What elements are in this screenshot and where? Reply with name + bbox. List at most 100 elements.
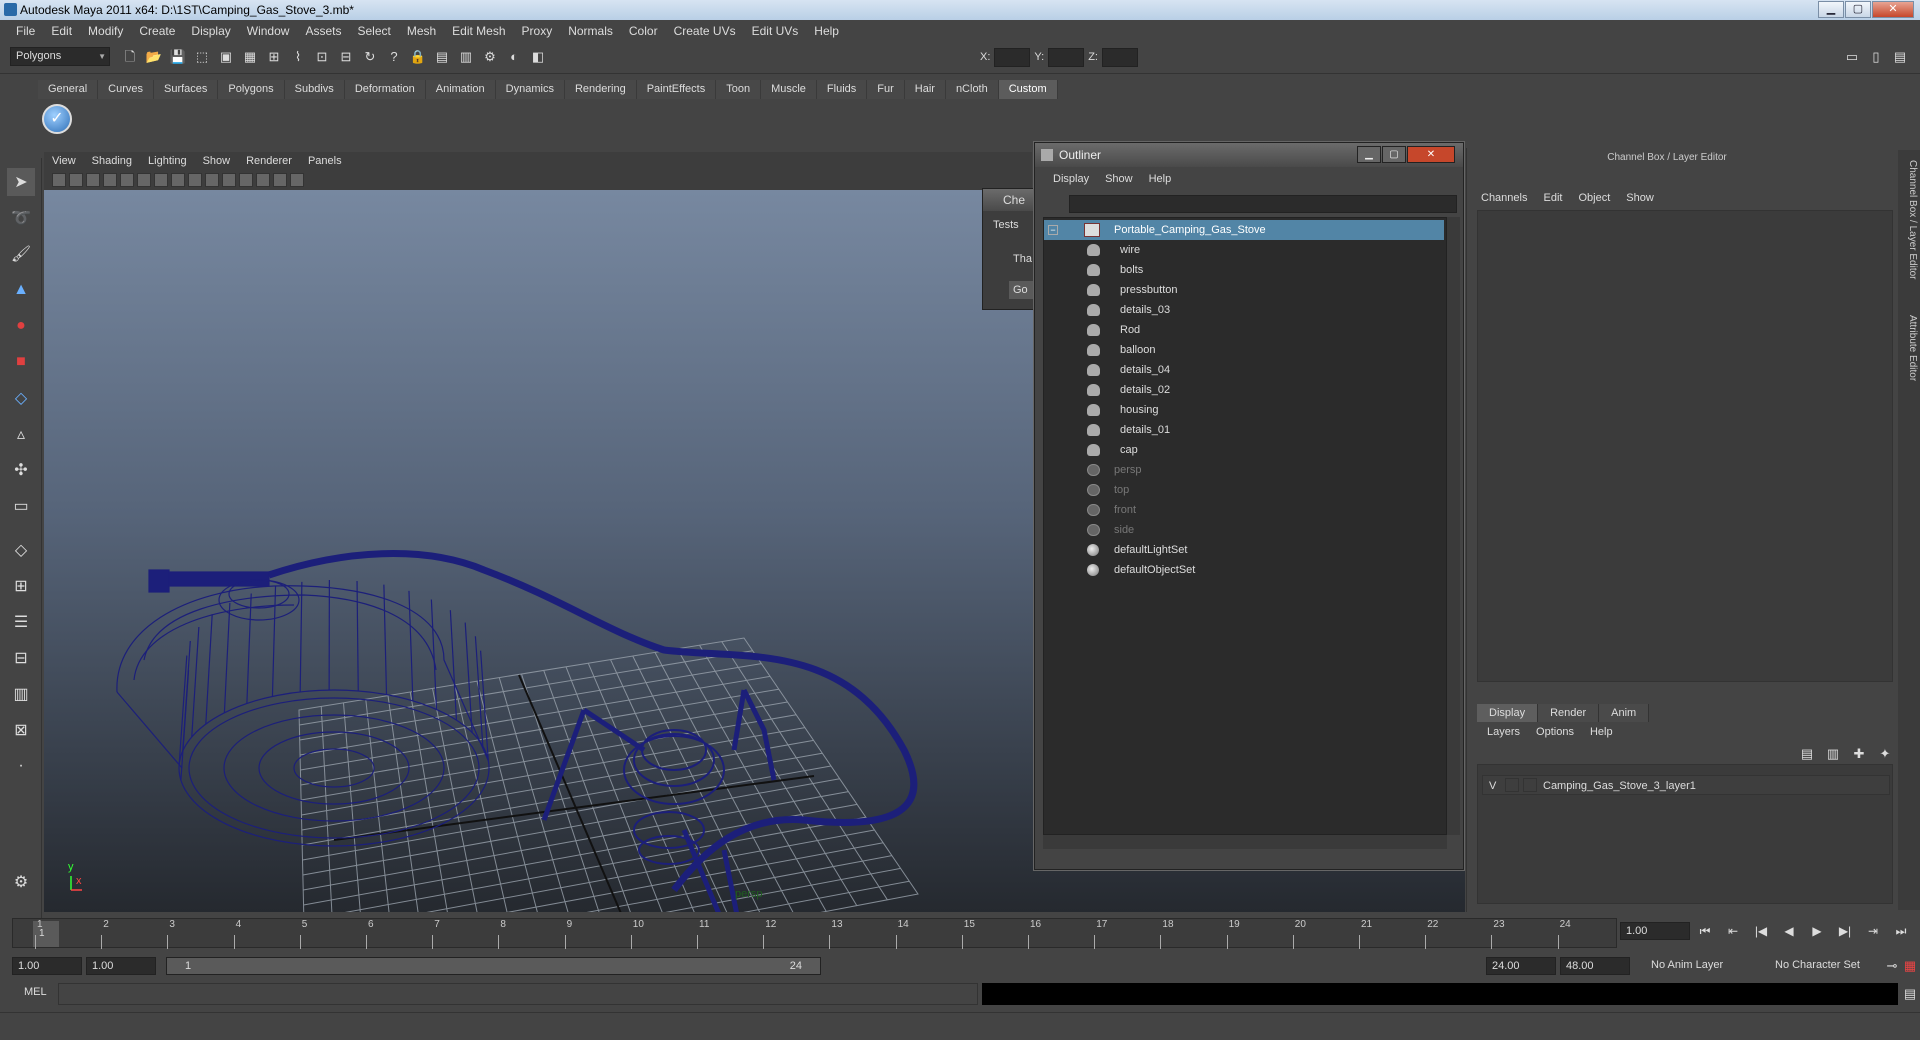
xray-icon[interactable] xyxy=(290,173,304,187)
side-tab-channel-box[interactable]: Channel Box / Layer Editor xyxy=(1900,160,1918,300)
bookmark-icon[interactable] xyxy=(86,173,100,187)
move-layer-up-icon[interactable]: ▤ xyxy=(1797,744,1817,764)
layer-menu-help[interactable]: Help xyxy=(1582,726,1621,738)
tree-item-root[interactable]: − Portable_Camping_Gas_Stove xyxy=(1044,220,1444,240)
shelf-tab-toon[interactable]: Toon xyxy=(716,80,762,99)
open-scene-icon[interactable]: 📂 xyxy=(144,47,164,67)
menu-proxy[interactable]: Proxy xyxy=(514,24,561,38)
outliner-menu-display[interactable]: Display xyxy=(1045,173,1097,185)
show-hide-icon[interactable]: ◧ xyxy=(528,47,548,67)
outliner-layout-icon[interactable]: ☰ xyxy=(7,608,35,636)
render-settings-icon[interactable]: ⚙ xyxy=(480,47,500,67)
go-to-start-icon[interactable]: ⏮ xyxy=(1695,922,1715,940)
range-slider[interactable]: 1 24 xyxy=(166,957,821,975)
lights-icon[interactable] xyxy=(239,173,253,187)
tree-item-child[interactable]: cap xyxy=(1044,440,1444,460)
persp-graph-layout-icon[interactable]: ⊟ xyxy=(7,644,35,672)
select-component-icon[interactable]: ▦ xyxy=(240,47,260,67)
outliner-menu-help[interactable]: Help xyxy=(1141,173,1180,185)
shelf-tab-custom[interactable]: Custom xyxy=(998,80,1058,99)
shelf-tab-dynamics[interactable]: Dynamics xyxy=(495,80,565,99)
maximize-button[interactable]: ▢ xyxy=(1845,1,1871,18)
shadows-icon[interactable] xyxy=(256,173,270,187)
scale-tool-icon[interactable]: ■ xyxy=(7,348,35,376)
layer-visibility-toggle[interactable]: V xyxy=(1489,776,1496,796)
shelf-tab-hair[interactable]: Hair xyxy=(904,80,946,99)
step-back-frame-icon[interactable]: |◀ xyxy=(1751,922,1771,940)
tree-item-camera[interactable]: front xyxy=(1044,500,1444,520)
menu-display[interactable]: Display xyxy=(183,24,238,38)
isolate-select-icon[interactable] xyxy=(273,173,287,187)
tree-item-child[interactable]: details_02 xyxy=(1044,380,1444,400)
layer-menu-options[interactable]: Options xyxy=(1528,726,1582,738)
character-set-dropdown[interactable]: No Character Set xyxy=(1770,957,1880,975)
step-back-key-icon[interactable]: ⇤ xyxy=(1723,922,1743,940)
tree-item-set[interactable]: defaultLightSet xyxy=(1044,540,1444,560)
step-forward-frame-icon[interactable]: ▶| xyxy=(1835,922,1855,940)
outliner-minimize-button[interactable]: ▁ xyxy=(1357,146,1381,163)
shelf-tab-fluids[interactable]: Fluids xyxy=(816,80,868,99)
time-slider[interactable]: 1 1 2 3 4 5 6 7 8 9 10 11 12 13 14 15 16 17 18 19 20 21 22 23 2… xyxy=(12,918,1617,949)
menu-edit-mesh[interactable]: Edit Mesh xyxy=(444,24,513,38)
menu-set-selector[interactable]: Polygons xyxy=(10,47,110,66)
layer-template-toggle[interactable] xyxy=(1505,778,1519,792)
move-layer-down-icon[interactable]: ▥ xyxy=(1823,744,1843,764)
tree-item-child[interactable]: details_04 xyxy=(1044,360,1444,380)
vp-menu-show[interactable]: Show xyxy=(195,155,239,167)
shelf-tab-general[interactable]: General xyxy=(38,80,99,99)
y-field[interactable] xyxy=(1048,47,1085,67)
menu-create-uvs[interactable]: Create UVs xyxy=(666,24,744,38)
z-field[interactable] xyxy=(1101,47,1138,67)
shelf-tab-polygons[interactable]: Polygons xyxy=(218,80,285,99)
new-layer-selected-icon[interactable]: ✦ xyxy=(1875,744,1895,764)
save-scene-icon[interactable]: 💾 xyxy=(168,47,188,67)
snap-point-icon[interactable]: ⊡ xyxy=(312,47,332,67)
play-forward-icon[interactable]: ▶ xyxy=(1807,922,1827,940)
cb-menu-show[interactable]: Show xyxy=(1618,192,1662,204)
shelf-tab-painteffects[interactable]: PaintEffects xyxy=(636,80,717,99)
start-time-field[interactable]: 1.00 xyxy=(12,957,82,975)
shelf-tab-deformation[interactable]: Deformation xyxy=(344,80,426,99)
shelf-tab-muscle[interactable]: Muscle xyxy=(761,80,817,99)
layer-tab-anim[interactable]: Anim xyxy=(1599,704,1650,722)
single-view-layout-icon[interactable]: ◇ xyxy=(7,536,35,564)
outliner-menu-show[interactable]: Show xyxy=(1097,173,1141,185)
menu-mesh[interactable]: Mesh xyxy=(399,24,444,38)
lasso-tool-icon[interactable]: ➰ xyxy=(7,204,35,232)
snap-curve-icon[interactable]: ⌇ xyxy=(288,47,308,67)
film-gate-icon[interactable] xyxy=(137,173,151,187)
menu-normals[interactable]: Normals xyxy=(560,24,621,38)
tree-item-child[interactable]: bolts xyxy=(1044,260,1444,280)
show-manip-icon[interactable]: ✣ xyxy=(7,456,35,484)
four-view-layout-icon[interactable]: ⊞ xyxy=(7,572,35,600)
select-hierarchy-icon[interactable]: ⬚ xyxy=(192,47,212,67)
shelf-tab-rendering[interactable]: Rendering xyxy=(564,80,637,99)
vp-menu-renderer[interactable]: Renderer xyxy=(238,155,300,167)
script-editor-icon[interactable]: ▤ xyxy=(1900,984,1920,1004)
minimize-button[interactable]: ▁ xyxy=(1818,1,1844,18)
select-tool-icon[interactable]: ➤ xyxy=(7,168,35,196)
vp-menu-shading[interactable]: Shading xyxy=(84,155,140,167)
hypershade-layout-icon[interactable]: ▥ xyxy=(7,680,35,708)
menu-help[interactable]: Help xyxy=(806,24,847,38)
grid-toggle-icon[interactable] xyxy=(120,173,134,187)
new-scene-icon[interactable]: 🗋 xyxy=(120,47,140,67)
channel-box-toggle-icon[interactable]: ▤ xyxy=(1890,47,1910,67)
close-button[interactable]: ✕ xyxy=(1872,1,1914,18)
step-forward-key-icon[interactable]: ⇥ xyxy=(1863,922,1883,940)
checker-tab-tests[interactable]: Tests xyxy=(993,219,1019,231)
tree-item-child[interactable]: details_03 xyxy=(1044,300,1444,320)
tree-item-camera[interactable]: top xyxy=(1044,480,1444,500)
command-language-label[interactable]: MEL xyxy=(24,986,47,998)
outliner-maximize-button[interactable]: ▢ xyxy=(1382,146,1406,163)
safe-action-icon[interactable] xyxy=(171,173,185,187)
snap-plane-icon[interactable]: ⊟ xyxy=(336,47,356,67)
rotate-tool-icon[interactable]: ● xyxy=(7,312,35,340)
vp-menu-view[interactable]: View xyxy=(44,155,84,167)
anim-layer-dropdown[interactable]: No Anim Layer xyxy=(1646,957,1756,975)
tree-item-set[interactable]: defaultObjectSet xyxy=(1044,560,1444,580)
vp-menu-panels[interactable]: Panels xyxy=(300,155,350,167)
manipulator-tool-icon[interactable]: ◇ xyxy=(7,384,35,412)
move-tool-icon[interactable]: ▲ xyxy=(7,276,35,304)
lock-icon[interactable]: 🔒 xyxy=(408,47,428,67)
